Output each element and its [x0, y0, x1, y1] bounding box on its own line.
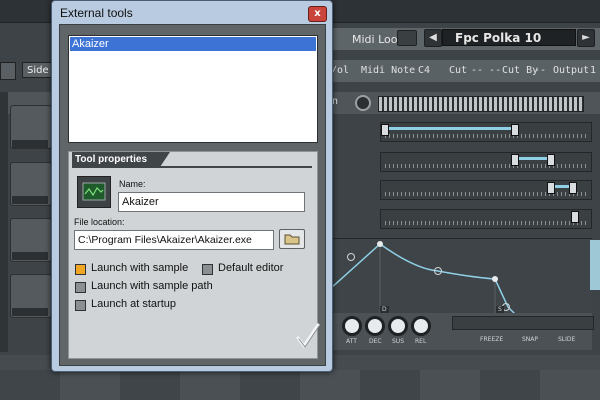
slider-handle[interactable]	[569, 182, 577, 194]
step-bar[interactable]	[378, 96, 584, 112]
sustain-knob[interactable]	[388, 316, 408, 336]
output-label: Output	[553, 65, 590, 76]
close-button[interactable]: x	[308, 6, 327, 22]
cut-label: Cut	[449, 65, 468, 76]
pad-slot-arrows[interactable]	[12, 308, 48, 316]
preset-name[interactable]: Fpc Polka 10	[442, 29, 576, 46]
slide-toggle[interactable]: SLIDE	[558, 336, 575, 343]
header-underline	[72, 166, 312, 168]
slider-handle[interactable]	[381, 124, 389, 136]
file-location-label: File location:	[74, 217, 125, 227]
launch-at-startup-checkbox[interactable]	[75, 300, 86, 311]
cut-value[interactable]: -- --	[471, 65, 501, 76]
cut-by-value[interactable]: --	[534, 65, 546, 76]
release-label: REL	[415, 338, 427, 345]
browse-button[interactable]	[279, 229, 305, 249]
side-button[interactable]: Side	[22, 62, 52, 78]
release-knob[interactable]	[411, 316, 431, 336]
external-tools-dialog: External tools x Akaizer Tool properties…	[51, 0, 333, 372]
record-knob[interactable]	[355, 95, 371, 111]
envelope-curve	[329, 241, 516, 315]
tool-icon-button[interactable]	[77, 176, 111, 208]
preset-prev-button[interactable]: ◀	[424, 29, 442, 47]
pad-slot-arrows[interactable]	[12, 196, 48, 204]
folder-icon-button[interactable]	[397, 30, 417, 46]
envelope-slider-4[interactable]	[380, 209, 592, 229]
envelope-slider-1[interactable]	[380, 122, 592, 142]
preset-next-button[interactable]: ►	[577, 29, 595, 47]
vol-label: /ol	[331, 65, 350, 76]
midi-note-label: Midi Note	[361, 65, 416, 76]
dialog-title: External tools	[60, 6, 133, 20]
decay-knob[interactable]	[365, 316, 385, 336]
left-edge-strip	[0, 92, 8, 352]
sustain-marker: S	[496, 306, 504, 313]
name-label: Name:	[119, 179, 146, 189]
tool-list-item[interactable]: Akaizer	[70, 37, 316, 51]
decay-marker: D	[380, 306, 389, 313]
launch-with-sample-path-checkbox[interactable]	[75, 282, 86, 293]
sustain-label: SUS	[392, 338, 405, 345]
dialog-client-area: Akaizer Tool properties Name: Akaizer Fi…	[59, 24, 326, 366]
slider-track	[385, 134, 587, 138]
midi-note-value[interactable]: C4	[418, 65, 430, 76]
slider-range	[387, 127, 515, 130]
envelope-point[interactable]	[492, 276, 498, 282]
attack-label: ATT	[346, 338, 357, 345]
slider-track	[385, 192, 587, 196]
left-toggle-button[interactable]	[0, 62, 16, 80]
default-editor-checkbox[interactable]	[202, 264, 213, 275]
envelope-tension-point[interactable]	[347, 253, 355, 261]
launch-with-sample-checkbox[interactable]	[75, 264, 86, 275]
header-tab-tail	[160, 152, 170, 167]
output-value[interactable]: 1	[590, 65, 596, 76]
freeze-toggle[interactable]: FREEZE	[480, 336, 503, 343]
envelope-graph[interactable]: D S	[329, 238, 592, 315]
slider-handle[interactable]	[511, 154, 519, 166]
slider-track	[385, 221, 587, 225]
tool-properties-panel: Tool properties Name: Akaizer File locat…	[68, 151, 320, 359]
close-icon: x	[314, 8, 321, 19]
file-location-field[interactable]: C:\Program Files\Akaizer\Akaizer.exe	[74, 230, 274, 250]
default-editor-label: Default editor	[218, 262, 284, 274]
background-bottom-strip	[0, 370, 600, 400]
slider-handle[interactable]	[547, 182, 555, 194]
name-field[interactable]: Akaizer	[118, 192, 305, 212]
volume-tab[interactable]	[590, 240, 600, 290]
cut-by-label: Cut By	[502, 65, 539, 76]
envelope-slider-2[interactable]	[380, 152, 592, 172]
slider-handle[interactable]	[571, 211, 579, 223]
pad-slot-arrows[interactable]	[12, 252, 48, 260]
launch-with-sample-path-label: Launch with sample path	[91, 280, 213, 292]
confirm-button[interactable]	[294, 322, 322, 350]
snap-toggle[interactable]: SNAP	[522, 336, 538, 343]
graph-scrollbar[interactable]	[452, 316, 594, 330]
attack-knob[interactable]	[342, 316, 362, 336]
slider-handle[interactable]	[511, 124, 519, 136]
slider-track	[385, 164, 587, 168]
folder-icon	[284, 234, 300, 245]
tool-properties-header: Tool properties	[72, 152, 160, 167]
pad-slot-arrows[interactable]	[12, 140, 48, 148]
launch-with-sample-label: Launch with sample	[91, 262, 189, 274]
launch-at-startup-label: Launch at startup	[91, 298, 177, 310]
envelope-point[interactable]	[377, 241, 383, 247]
decay-label: DEC	[369, 338, 382, 345]
checkmark-icon	[296, 323, 320, 348]
tool-list[interactable]: Akaizer	[68, 35, 318, 143]
envelope-slider-3[interactable]	[380, 180, 592, 200]
slider-handle[interactable]	[547, 154, 555, 166]
oscilloscope-icon	[82, 182, 106, 201]
